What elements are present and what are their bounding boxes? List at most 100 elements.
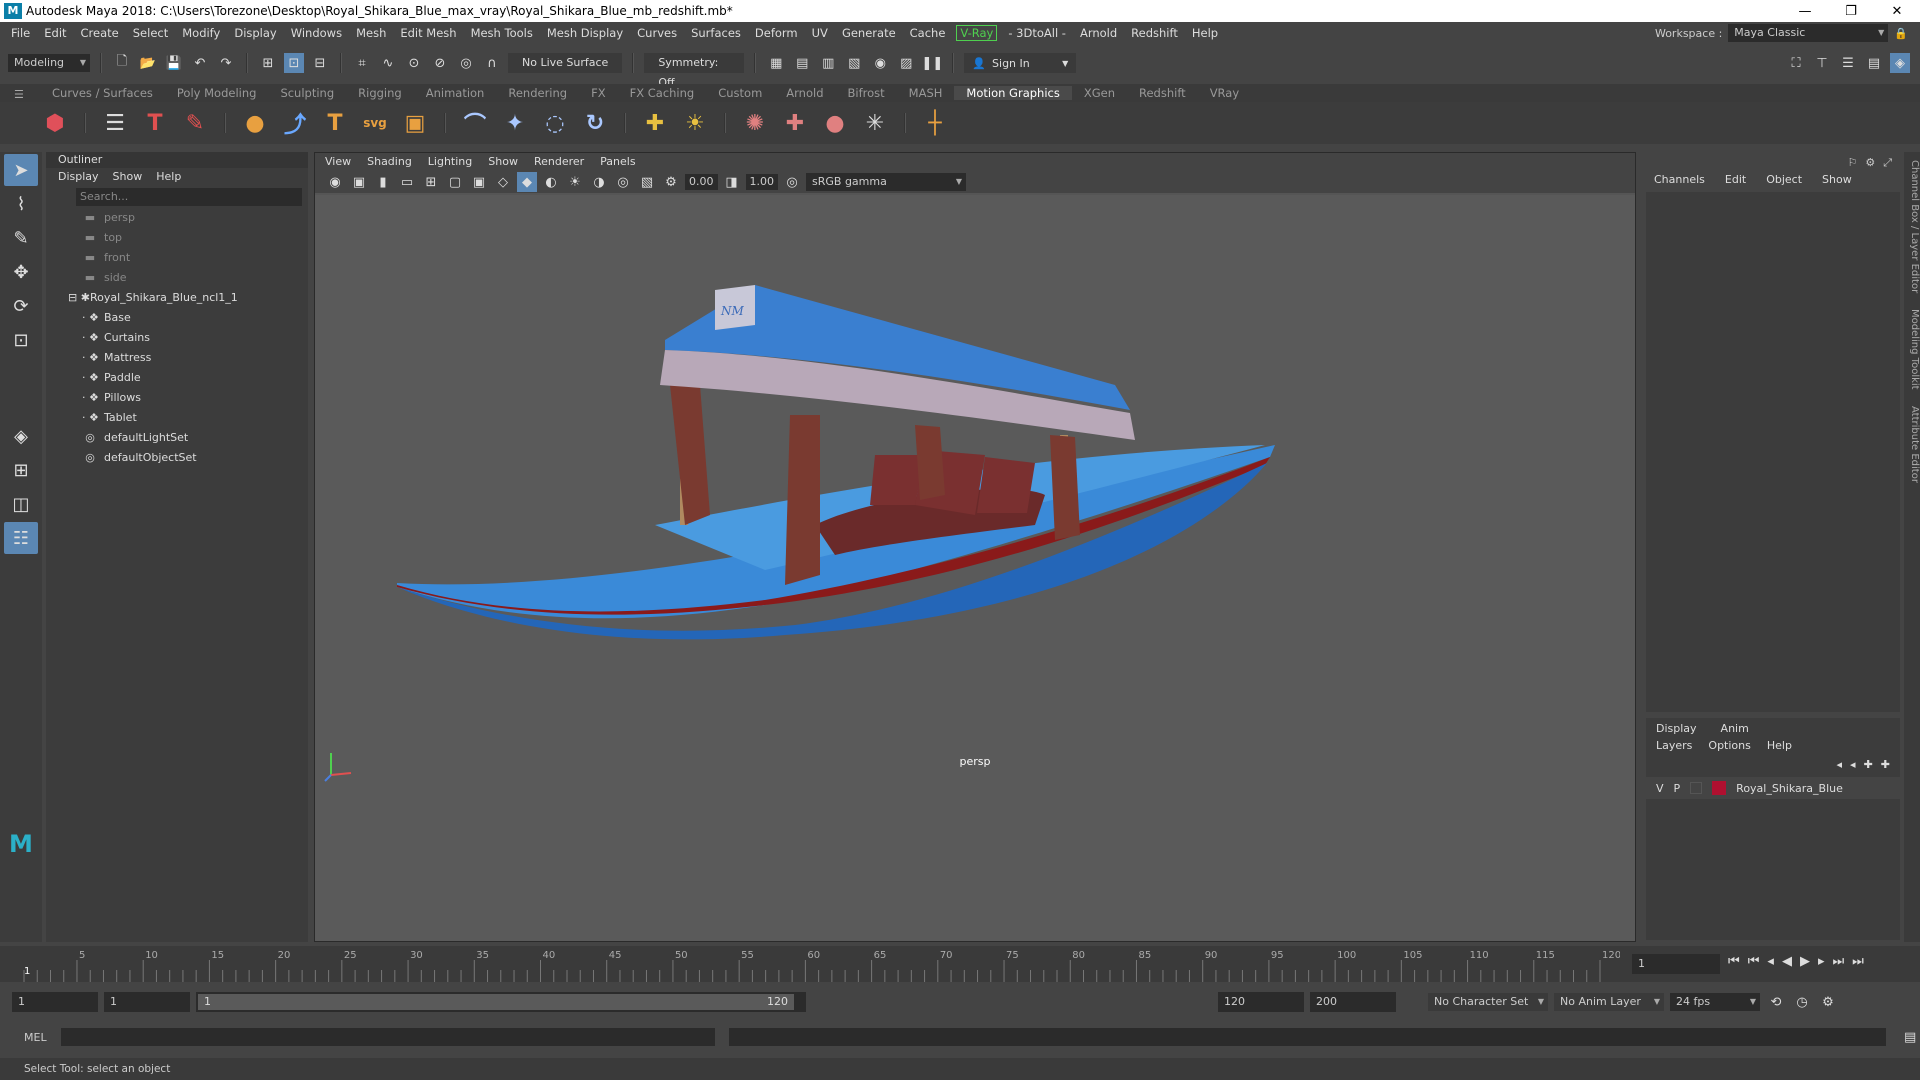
layer-tab-display[interactable]: Display bbox=[1656, 722, 1697, 735]
new-layer-icon[interactable]: ✚ bbox=[1864, 758, 1873, 771]
script-editor-icon[interactable]: ▤ bbox=[1900, 1027, 1920, 1047]
attribute-editor-icon[interactable]: ⊤ bbox=[1812, 53, 1832, 73]
render-view-icon[interactable]: ▨ bbox=[896, 53, 916, 73]
outliner-group[interactable]: ⊟ ✱ Royal_Shikara_Blue_ncl1_1 bbox=[68, 288, 308, 308]
snap-view-icon[interactable]: ⊘ bbox=[430, 53, 450, 73]
move-tool-icon[interactable]: ✥ bbox=[4, 256, 38, 288]
type-tool-icon[interactable]: T bbox=[320, 108, 350, 138]
text-icon[interactable]: T bbox=[140, 108, 170, 138]
layer-tab-anim[interactable]: Anim bbox=[1721, 722, 1749, 735]
shelf-tab-bifrost[interactable]: Bifrost bbox=[836, 86, 897, 100]
snap-grid-icon[interactable]: ⌗ bbox=[352, 53, 372, 73]
outliner-camera-persp[interactable]: ▬ persp bbox=[68, 208, 308, 228]
film-gate-icon[interactable]: ▢ bbox=[445, 172, 465, 192]
menu-item-mesh-tools[interactable]: Mesh Tools bbox=[464, 26, 540, 40]
tool-settings-icon[interactable]: ☰ bbox=[1838, 53, 1858, 73]
image-plane-icon[interactable]: ▭ bbox=[397, 172, 417, 192]
snap-curve-icon[interactable]: ∿ bbox=[378, 53, 398, 73]
lights-icon[interactable]: ☀ bbox=[565, 172, 585, 192]
paint-select-icon[interactable]: ✎ bbox=[4, 222, 38, 254]
pause-icon[interactable]: ❚❚ bbox=[921, 53, 943, 73]
go-to-start-icon[interactable]: ⏮ bbox=[1728, 954, 1740, 969]
wireframe-icon[interactable]: ◇ bbox=[493, 172, 513, 192]
step-forward-frame-icon[interactable]: ▸ bbox=[1818, 954, 1825, 969]
sphere-icon[interactable]: ● bbox=[240, 108, 270, 138]
ipr-render-icon[interactable]: ▥ bbox=[818, 53, 838, 73]
outliner-menu-show[interactable]: Show bbox=[113, 168, 143, 186]
outliner-mesh-mattress[interactable]: · ❖ Mattress bbox=[68, 348, 308, 368]
animation-end-field[interactable]: 200 bbox=[1310, 992, 1396, 1012]
grid-icon[interactable]: ⊞ bbox=[421, 172, 441, 192]
menu-item-help[interactable]: Help bbox=[1185, 26, 1225, 40]
curve-path-icon[interactable]: ⤴ bbox=[280, 108, 310, 138]
layer-color-swatch[interactable] bbox=[1712, 781, 1727, 795]
menu-item-vray[interactable]: V-Ray bbox=[956, 25, 998, 41]
channel-menu-channels[interactable]: Channels bbox=[1654, 168, 1705, 192]
character-set-dropdown[interactable]: No Character Set bbox=[1428, 993, 1548, 1011]
outliner-mesh-tablet[interactable]: · ❖ Tablet bbox=[68, 408, 308, 428]
menu-item-curves[interactable]: Curves bbox=[630, 26, 684, 40]
range-slider-handle[interactable]: 1 120 bbox=[198, 994, 794, 1010]
maximize-icon[interactable]: ❐ bbox=[1828, 4, 1874, 19]
bend-deformer-icon[interactable]: ⌒ bbox=[460, 108, 490, 138]
loop-icon[interactable]: ⟲ bbox=[1766, 992, 1786, 1012]
shelf-tab-rendering[interactable]: Rendering bbox=[496, 86, 579, 100]
shelf-tab-redshift[interactable]: Redshift bbox=[1127, 86, 1198, 100]
shelf-tab-sculpting[interactable]: Sculpting bbox=[268, 86, 346, 100]
gamma-icon[interactable]: ◨ bbox=[722, 172, 742, 192]
go-to-end-icon[interactable]: ⏭ bbox=[1852, 954, 1864, 969]
menu-item-windows[interactable]: Windows bbox=[284, 26, 349, 40]
two-view-icon[interactable]: ◫ bbox=[4, 488, 38, 520]
textured-icon[interactable]: ◐ bbox=[541, 172, 561, 192]
transform-icon[interactable]: ✚ bbox=[640, 108, 670, 138]
menu-item-redshift[interactable]: Redshift bbox=[1124, 26, 1185, 40]
lock-icon[interactable]: 🔒 bbox=[1894, 27, 1908, 40]
menu-item-edit[interactable]: Edit bbox=[37, 26, 73, 40]
3d-scene[interactable]: NM persp bbox=[315, 195, 1635, 941]
modeling-toolkit-icon[interactable]: ⛶ bbox=[1786, 53, 1806, 73]
outliner-layout-icon[interactable]: ☷ bbox=[4, 522, 38, 554]
layer-menu-help[interactable]: Help bbox=[1767, 739, 1792, 752]
menu-item-display[interactable]: Display bbox=[227, 26, 283, 40]
move-layer-down-icon[interactable]: ◂ bbox=[1850, 758, 1856, 771]
menu-item-file[interactable]: File bbox=[4, 26, 37, 40]
anim-prefs-icon[interactable]: ⚙ bbox=[1818, 992, 1838, 1012]
color-space-dropdown[interactable]: sRGB gamma bbox=[806, 173, 966, 191]
menu-item-cache[interactable]: Cache bbox=[903, 26, 953, 40]
new-scene-icon[interactable]: 🗋 bbox=[112, 53, 132, 73]
twist-deformer-icon[interactable]: ✦ bbox=[500, 108, 530, 138]
arnold-cube-icon[interactable]: ⬢ bbox=[40, 108, 70, 138]
menu-item-select[interactable]: Select bbox=[126, 26, 175, 40]
menu-set-dropdown[interactable]: Modeling bbox=[8, 54, 90, 72]
select-hierarchy-icon[interactable]: ⊞ bbox=[258, 53, 278, 73]
lasso-tool-icon[interactable]: ⌇ bbox=[4, 188, 38, 220]
side-tab-channel-box-layer-editor[interactable]: Channel Box / Layer Editor bbox=[1909, 160, 1920, 293]
xray-icon[interactable]: ◎ bbox=[613, 172, 633, 192]
layer-playback-toggle[interactable]: P bbox=[1674, 782, 1681, 795]
minimize-icon[interactable]: — bbox=[1782, 4, 1828, 19]
light-icon[interactable]: ☀ bbox=[680, 108, 710, 138]
mash-replicator-icon[interactable]: ✳ bbox=[860, 108, 890, 138]
lock-icon[interactable]: ⚐ bbox=[1847, 156, 1857, 169]
sign-in-button[interactable]: 👤 Sign In ▼ bbox=[964, 53, 1077, 73]
shelf-menu-icon[interactable]: ☰ bbox=[14, 88, 24, 101]
camera-select-icon[interactable]: ◉ bbox=[325, 172, 345, 192]
redo-icon[interactable]: ↷ bbox=[216, 53, 236, 73]
current-frame-field[interactable]: 1 bbox=[1632, 954, 1720, 974]
magnet-icon[interactable]: ∩ bbox=[482, 53, 502, 73]
layer-menu-options[interactable]: Options bbox=[1708, 739, 1750, 752]
menu-item-mesh-display[interactable]: Mesh Display bbox=[540, 26, 630, 40]
animation-start-field[interactable]: 1 bbox=[12, 992, 98, 1012]
menu-item-create[interactable]: Create bbox=[74, 26, 126, 40]
render-frame-icon[interactable]: ▦ bbox=[766, 53, 786, 73]
viewport-menu-renderer[interactable]: Renderer bbox=[534, 153, 584, 171]
outliner-mesh-curtains[interactable]: · ❖ Curtains bbox=[68, 328, 308, 348]
channel-menu-show[interactable]: Show bbox=[1822, 168, 1852, 192]
save-scene-icon[interactable]: 💾 bbox=[164, 53, 184, 73]
paint-brush-icon[interactable]: ✎ bbox=[180, 108, 210, 138]
hypershade-icon[interactable]: ◉ bbox=[870, 53, 890, 73]
time-slider[interactable]: 1 5 10 15 20 25 30 35 40 45 50 55 60 65 70 75 80 85 90 95 10… bbox=[0, 946, 1920, 982]
shelf-tab-vray[interactable]: VRay bbox=[1198, 86, 1251, 100]
channel-menu-edit[interactable]: Edit bbox=[1725, 168, 1746, 192]
outliner-set-defaultObjectSet[interactable]: ◎ defaultObjectSet bbox=[68, 448, 308, 468]
